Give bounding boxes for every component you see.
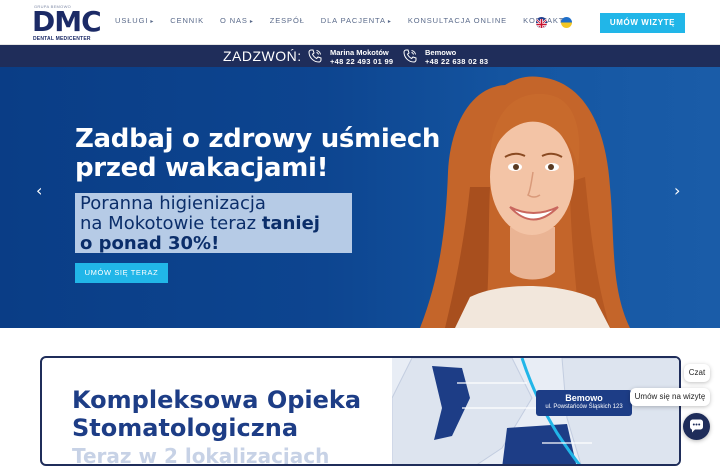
hero-title-line: Zadbaj o zdrowy uśmiech bbox=[75, 124, 441, 154]
phone-number-mokotow[interactable]: +48 22 493 01 99 bbox=[330, 57, 393, 66]
slider-prev-arrow-icon[interactable]: ‹ bbox=[36, 181, 42, 200]
nav-item-label: Usługi bbox=[115, 16, 149, 25]
section-title: Kompleksowa Opieka Stomatologiczna bbox=[72, 386, 361, 442]
book-now-button[interactable]: Umów się teraz bbox=[75, 263, 168, 283]
slider-next-arrow-icon[interactable]: › bbox=[674, 181, 680, 200]
hero-title: Zadbaj o zdrowy uśmiech przed wakacjami! bbox=[75, 125, 440, 183]
nav-item-dla-pacjenta[interactable]: Dla pacjenta ▸ bbox=[321, 16, 392, 25]
phone-icon bbox=[403, 49, 417, 63]
hero-slider: Zadbaj o zdrowy uśmiech przed wakacjami!… bbox=[0, 67, 720, 328]
logo-mark: DMC bbox=[32, 5, 102, 38]
nav-item-label: Dla pacjenta bbox=[320, 16, 386, 25]
site-header: Grupa Bemowo DMC DENTAL MEDICENTER Usług… bbox=[0, 0, 720, 45]
nav-item-cennik[interactable]: Cennik bbox=[170, 16, 204, 25]
main-nav: Usługi ▸ Cennik O nas ▸ Zespół Dla pacjent… bbox=[115, 16, 586, 25]
nav-item-konsultacja-online[interactable]: Konsultacja online bbox=[408, 16, 507, 25]
section-subtitle: Teraz w 2 lokalizacjach bbox=[72, 444, 330, 466]
nav-item-label: Konsultacja online bbox=[407, 16, 508, 25]
caret-right-icon: ▸ bbox=[387, 19, 392, 25]
ukrainian-flag-icon[interactable] bbox=[561, 17, 572, 28]
promo-box: Poranna higienizacja na Mokotowie teraz … bbox=[75, 193, 352, 254]
location-name-bemowo: Bemowo bbox=[425, 48, 457, 57]
chat-launcher-button[interactable] bbox=[683, 413, 710, 440]
nav-item-o-nas[interactable]: O nas ▸ bbox=[220, 16, 254, 25]
smiling-woman-photo bbox=[420, 76, 630, 328]
hero-title-line: przed wakacjami! bbox=[75, 153, 329, 183]
chat-bubble-icon bbox=[690, 419, 703, 433]
chat-label-button[interactable]: Czat bbox=[684, 364, 710, 382]
map-location-label: Bemowo ul. Powstańców Śląskich 123 bbox=[536, 390, 632, 416]
dmc-logo[interactable]: Grupa Bemowo DMC DENTAL MEDICENTER bbox=[32, 4, 102, 42]
promo-line: o ponad 30%! bbox=[80, 234, 320, 254]
nav-item-label: O nas bbox=[220, 16, 248, 25]
logo-name: DENTAL MEDICENTER bbox=[33, 36, 91, 42]
section-title-line: Stomatologiczna bbox=[72, 414, 299, 442]
phone-icon bbox=[308, 49, 322, 63]
promo-line-plain: na Mokotowie teraz bbox=[80, 213, 262, 234]
location-name-mokotow: Marina Mokotów bbox=[330, 48, 389, 57]
promo-line: Poranna higienizacja bbox=[80, 193, 266, 214]
nav-item-label: Cennik bbox=[170, 16, 204, 25]
book-visit-chat-button[interactable]: Umów się na wizytę bbox=[630, 388, 710, 406]
nav-item-uslugi[interactable]: Usługi ▸ bbox=[115, 16, 154, 25]
call-bar: Zadzwoń: Marina Mokotów +48 22 493 01 99… bbox=[0, 45, 720, 67]
promo-line-bold: taniej bbox=[261, 213, 320, 234]
nav-item-zespol[interactable]: Zespół bbox=[270, 16, 305, 25]
section-title-line: Kompleksowa Opieka bbox=[72, 386, 362, 414]
phone-number-bemowo[interactable]: +48 22 638 02 83 bbox=[425, 57, 488, 66]
book-appointment-button[interactable]: Umów wizytę bbox=[600, 13, 685, 33]
caret-right-icon: ▸ bbox=[150, 19, 155, 25]
promo-line: na Mokotowie teraz taniej bbox=[80, 214, 320, 234]
nav-item-label: Zespół bbox=[269, 16, 305, 25]
promo-line-bold: o ponad 30%! bbox=[80, 233, 220, 254]
map-label-address: ul. Powstańców Śląskich 123 bbox=[545, 404, 623, 410]
call-label: Zadzwoń: bbox=[223, 48, 302, 64]
map-label-name: Bemowo bbox=[565, 393, 603, 403]
caret-right-icon: ▸ bbox=[249, 19, 254, 25]
promo-text: Poranna higienizacja na Mokotowie teraz … bbox=[80, 194, 320, 254]
english-flag-icon[interactable] bbox=[536, 17, 547, 28]
